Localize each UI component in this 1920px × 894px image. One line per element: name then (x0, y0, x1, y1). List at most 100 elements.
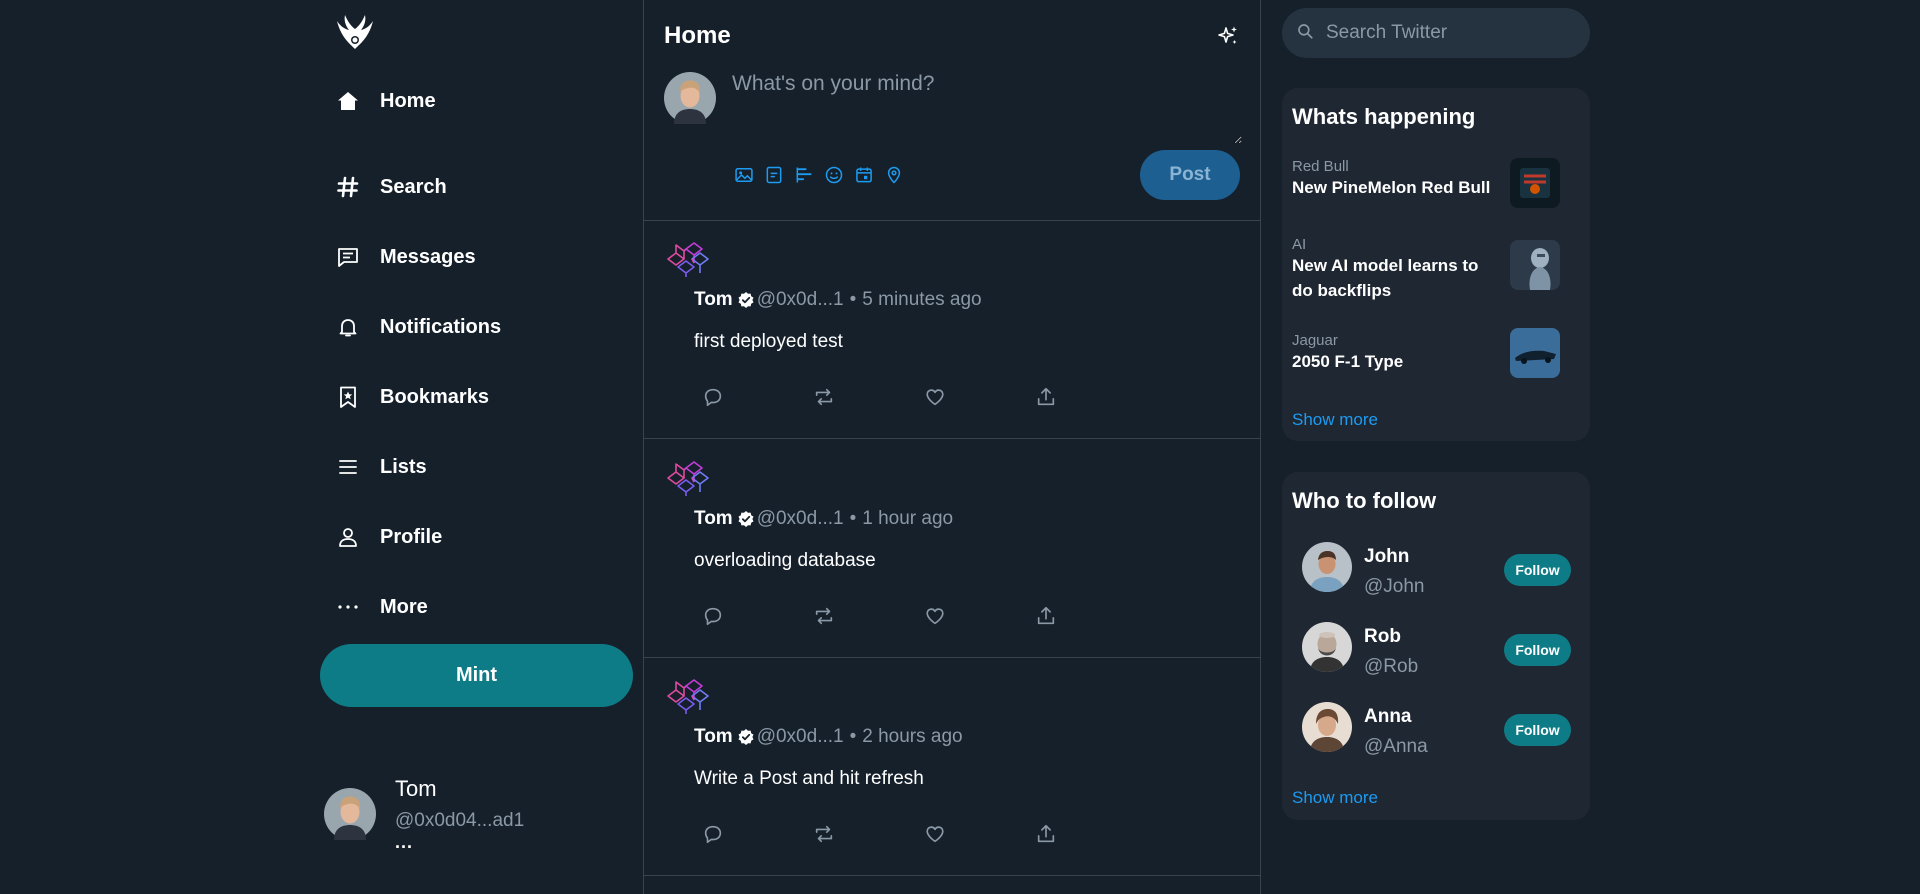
suggestion-name[interactable]: John (1364, 546, 1409, 568)
post-timestamp[interactable]: 2 hours ago (862, 726, 962, 748)
suggestion-handle: @Anna (1364, 736, 1428, 757)
gif-icon[interactable] (764, 164, 794, 186)
post-author-avatar[interactable] (664, 676, 714, 716)
winged-emblem-icon[interactable] (335, 13, 375, 51)
account-switcher[interactable]: Tom @0x0d04...ad1 ... (324, 770, 624, 853)
reply-icon[interactable] (702, 605, 813, 632)
nav-item-home[interactable]: Home (335, 82, 501, 120)
share-icon[interactable] (1035, 386, 1146, 413)
composer-toolbar (734, 164, 914, 186)
follow-suggestion: Rob @Rob Follow (1302, 622, 1572, 682)
who-to-follow-card: Who to follow John @John Follow Rob @Rob… (1282, 472, 1590, 820)
search-input[interactable] (1326, 22, 1566, 44)
home-icon (335, 88, 361, 114)
post-author-avatar[interactable] (664, 458, 714, 498)
follow-button[interactable]: Follow (1504, 634, 1571, 666)
image-icon[interactable] (734, 164, 764, 186)
follow-button[interactable]: Follow (1504, 714, 1571, 746)
post-actions (702, 823, 1146, 850)
repost-icon[interactable] (813, 605, 924, 632)
avatar[interactable] (1302, 542, 1352, 592)
who-to-follow-title: Who to follow (1292, 488, 1437, 513)
avatar[interactable] (1302, 622, 1352, 672)
repost-icon[interactable] (813, 386, 924, 413)
calendar-icon[interactable] (854, 164, 884, 186)
post-card[interactable]: Tom @0x0d...1 • 1 hour ago overloading d… (644, 440, 1260, 658)
trend-title: New PineMelon Red Bull (1292, 178, 1491, 197)
sparkle-icon[interactable] (1216, 24, 1240, 48)
composer-avatar (664, 72, 716, 124)
post-button[interactable]: Post (1140, 150, 1240, 200)
like-icon[interactable] (924, 823, 1035, 850)
nav-item-notifications[interactable]: Notifications (335, 292, 501, 362)
hashtag-icon (335, 174, 361, 200)
post-author-name[interactable]: Tom (694, 508, 733, 530)
search-box[interactable] (1282, 8, 1590, 58)
trend-item[interactable]: Red Bull New PineMelon Red Bull (1292, 158, 1582, 214)
nav-item-messages[interactable]: Messages (335, 222, 501, 292)
post-author-name[interactable]: Tom (694, 726, 733, 748)
avatar[interactable] (1302, 702, 1352, 752)
location-icon[interactable] (884, 164, 914, 186)
home-feed: Home What's on your mind? Post Tom @0x0d… (643, 0, 1261, 894)
post-text: overloading database (694, 550, 876, 571)
nav-item-search[interactable]: Search (335, 152, 501, 222)
repost-icon[interactable] (813, 823, 924, 850)
verified-badge-icon (737, 510, 755, 528)
nav-item-profile[interactable]: Profile (335, 502, 501, 572)
nav-label-profile: Profile (380, 525, 443, 548)
compose-input[interactable] (732, 72, 1242, 144)
nav-item-bookmarks[interactable]: Bookmarks (335, 362, 501, 432)
like-icon[interactable] (924, 386, 1035, 413)
page-title: Home (664, 22, 731, 49)
bell-icon (335, 314, 361, 340)
nav-label-search: Search (380, 175, 447, 198)
nav-item-more[interactable]: More (335, 572, 501, 642)
follow-suggestion: John @John Follow (1302, 542, 1572, 602)
nav-label-lists: Lists (380, 455, 427, 478)
post-meta: Tom @0x0d...1 • 1 hour ago (694, 508, 953, 530)
nav-label-messages: Messages (380, 245, 476, 268)
meta-separator: • (849, 289, 857, 310)
poll-icon[interactable] (794, 164, 824, 186)
trend-thumbnail (1510, 328, 1560, 378)
trends-title: Whats happening (1292, 104, 1476, 129)
nav-label-more: More (380, 595, 428, 618)
bookmark-icon (335, 384, 361, 410)
post-actions (702, 386, 1146, 413)
post-author-avatar[interactable] (664, 239, 714, 279)
post-timestamp[interactable]: 1 hour ago (862, 508, 953, 530)
nav-item-lists[interactable]: Lists (335, 432, 501, 502)
trend-item[interactable]: AI New AI model learns to do backflips (1292, 236, 1582, 308)
trend-item[interactable]: Jaguar 2050 F-1 Type (1292, 328, 1582, 388)
reply-icon[interactable] (702, 386, 813, 413)
like-icon[interactable] (924, 605, 1035, 632)
post-author-name[interactable]: Tom (694, 289, 733, 311)
suggestion-name[interactable]: Anna (1364, 706, 1412, 728)
emoji-icon[interactable] (824, 164, 854, 186)
who-to-follow-show-more-link[interactable]: Show more (1292, 788, 1378, 808)
post-card[interactable]: Tom @0x0d...1 • 5 minutes ago first depl… (644, 221, 1260, 439)
share-icon[interactable] (1035, 823, 1146, 850)
post-meta: Tom @0x0d...1 • 2 hours ago (694, 726, 963, 748)
mint-button[interactable]: Mint (320, 644, 633, 707)
trends-show-more-link[interactable]: Show more (1292, 410, 1378, 430)
trend-thumbnail (1510, 158, 1560, 208)
post-text: first deployed test (694, 331, 843, 352)
suggestion-name[interactable]: Rob (1364, 626, 1401, 648)
post-author-handle: @0x0d...1 (756, 726, 844, 747)
nav-label-notifications: Notifications (380, 315, 502, 338)
reply-icon[interactable] (702, 823, 813, 850)
main-nav: Home Search Messages Notifications Bookm… (335, 82, 501, 642)
post-meta: Tom @0x0d...1 • 5 minutes ago (694, 289, 982, 311)
verified-badge-icon (737, 291, 755, 309)
post-card[interactable]: Tom @0x0d...1 • 2 hours ago Write a Post… (644, 658, 1260, 876)
post-timestamp[interactable]: 5 minutes ago (862, 289, 981, 311)
share-icon[interactable] (1035, 605, 1146, 632)
meta-separator: • (849, 726, 857, 747)
account-more-dots[interactable]: ... (395, 832, 413, 853)
left-sidebar: Home Search Messages Notifications Bookm… (310, 0, 640, 894)
post-text: Write a Post and hit refresh (694, 768, 924, 789)
search-icon (1296, 22, 1326, 45)
follow-button[interactable]: Follow (1504, 554, 1571, 586)
